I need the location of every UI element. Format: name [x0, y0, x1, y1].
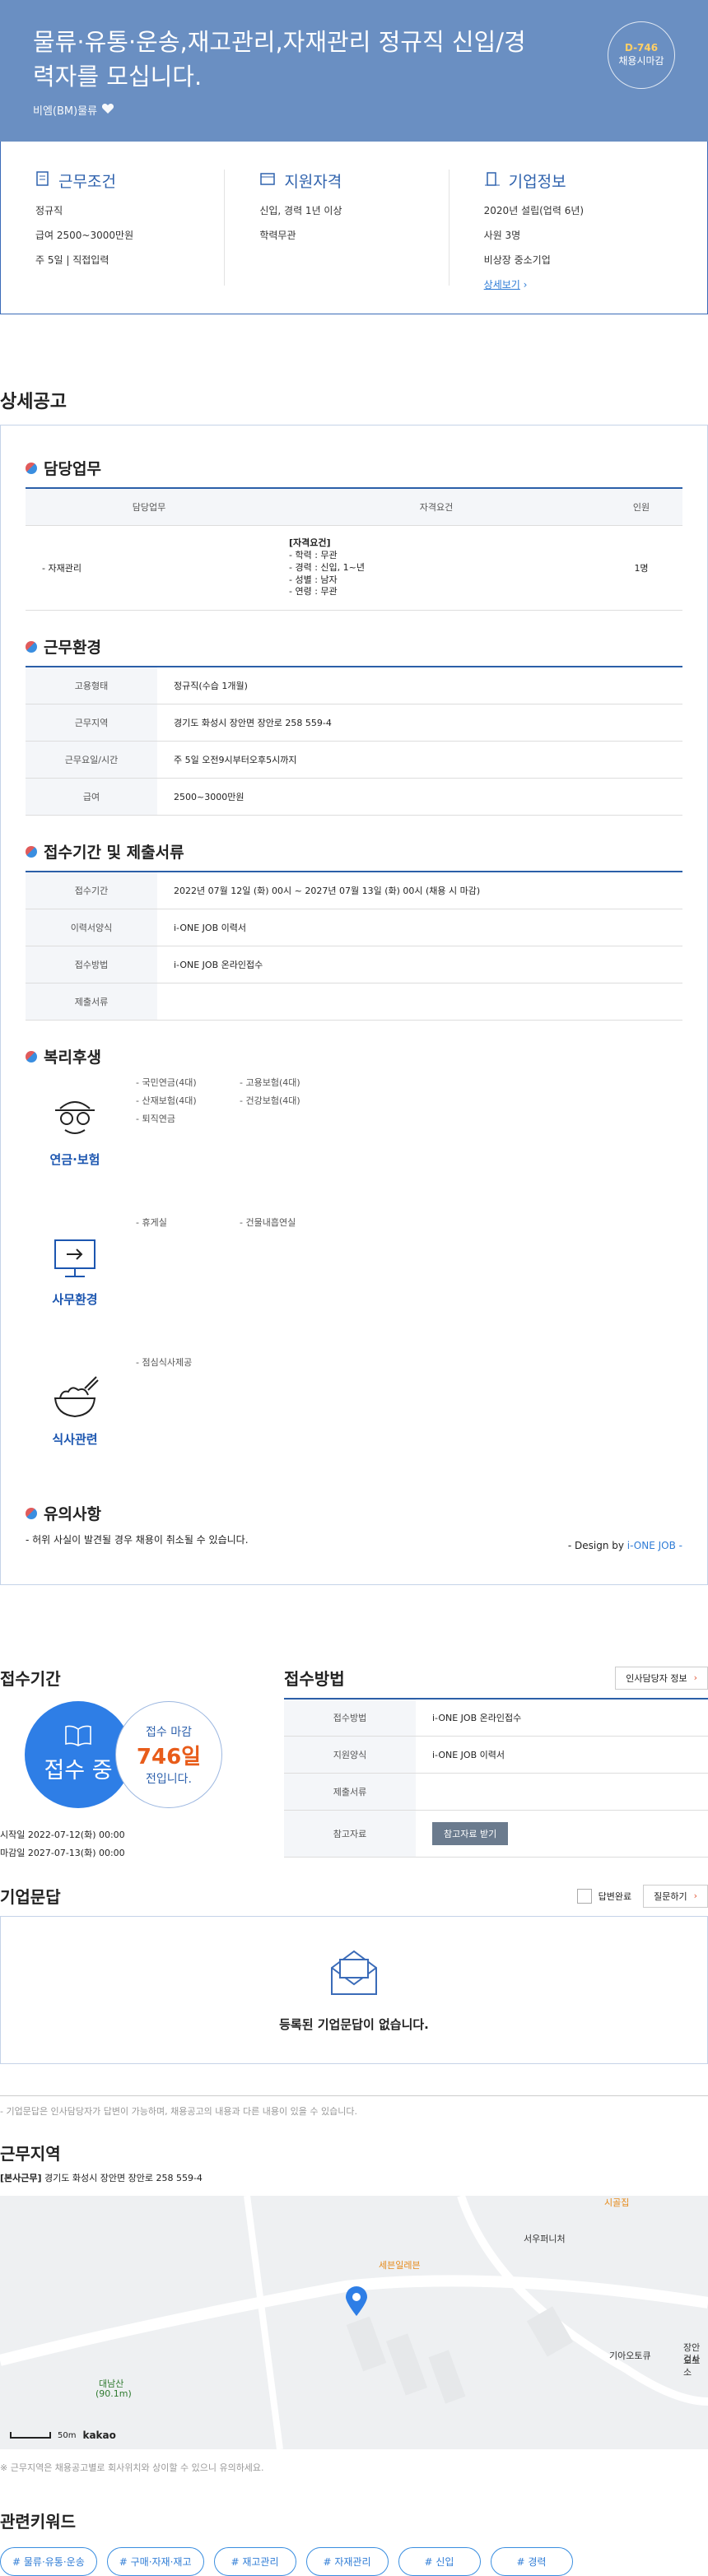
- table-row: 접수방법 i-ONE JOB 온라인접수: [284, 1699, 708, 1737]
- table-row: 근무요일/시간 주 5일 오전9시부터오후5시까지: [26, 741, 682, 779]
- detail-panel: 담당업무 담당업무 자격요건 인원 - 자재관리 [자격요건] - 학력 : 무…: [0, 425, 708, 1586]
- start-date: 시작일 2022-07-12(화) 00:00: [0, 1830, 125, 1841]
- table-row: 접수기간 2022년 07월 12일 (화) 00시 ~ 2027년 07월 13…: [26, 872, 682, 910]
- welfare-list: 연금·보험 - 국민연금(4대) - 고용보험(4대) - 산재보험(4대) -…: [26, 1076, 682, 1495]
- chevron-right-icon: ›: [523, 279, 528, 291]
- keyword-tag[interactable]: # 경력: [490, 2547, 573, 2576]
- keyword-tag[interactable]: # 구매·자재·재고: [106, 2547, 204, 2576]
- bullet-icon: [26, 462, 37, 474]
- notice-heading: 유의사항: [26, 1502, 682, 1524]
- work-conditions: 근무조건 정규직 급여 2500~3000만원 주 5일 | 직접입력: [35, 170, 224, 286]
- job-title: 물류·유통·운송,재고관리,자재관리 정규직 신입/경력자를 모십니다.: [33, 28, 526, 91]
- reference-download-button[interactable]: 참고자료 받기: [432, 1822, 509, 1846]
- company-detail-link[interactable]: 상세보기: [484, 279, 520, 291]
- bullet-icon: [26, 845, 37, 858]
- chevron-right-icon: ›: [693, 1672, 697, 1684]
- table-row: 참고자료 참고자료 받기: [284, 1810, 708, 1858]
- qa-note: - 기업문답은 인사담당자가 답변이 가능하며, 채용공고의 내용과 다른 내용…: [0, 2095, 708, 2118]
- method-table: 접수방법 i-ONE JOB 온라인접수 지원양식 i-ONE JOB 이력서 제출…: [284, 1698, 708, 1858]
- location-section: 근무지역 [본사근무] 경기도 화성시 장안면 장안로 258 559-4 서우…: [0, 2141, 708, 2474]
- welfare-meal: 식사관련 - 점심식사제공: [26, 1355, 355, 1495]
- apply-table: 접수기간 2022년 07월 12일 (화) 00시 ~ 2027년 07월 13…: [26, 871, 682, 1021]
- hr-contact-button[interactable]: 인사담당자 정보 ›: [615, 1666, 708, 1690]
- person-glasses-icon: [49, 1101, 101, 1146]
- table-row: 제출서류: [26, 983, 682, 1021]
- qa-section: 기업문답 답변완료 질문하기 › 등록된 기업문답이 없습니다. - 기업문답은 …: [0, 1884, 708, 2118]
- env-heading: 근무환경: [26, 635, 682, 658]
- qualifications: 지원자격 신입, 경력 1년 이상 학력무관: [224, 170, 448, 286]
- keyword-tag[interactable]: # 자재관리: [305, 2547, 389, 2576]
- keyword-tag[interactable]: # 재고관리: [213, 2547, 296, 2576]
- bullet-icon: [26, 640, 37, 653]
- map-pin-icon[interactable]: [346, 2286, 367, 2318]
- document-icon: [35, 170, 50, 191]
- envelope-icon: [328, 1948, 380, 2001]
- apply-heading: 접수기간 및 제출서류: [26, 840, 682, 863]
- job-header: 물류·유통·운송,재고관리,자재관리 정규직 신입/경력자를 모십니다. 비엠(…: [0, 0, 708, 142]
- summary-panel: 근무조건 정규직 급여 2500~3000만원 주 5일 | 직접입력 지원자격…: [0, 142, 708, 314]
- env-table: 고용형태 정규직(수습 1개월) 근무지역 경기도 화성시 장안면 장안로 258 …: [26, 666, 682, 816]
- keywords-section: 관련키워드 # 물류·유통·운송 # 구매·자재·재고 # 재고관리 # 자재관…: [0, 2509, 708, 2576]
- welfare-heading: 복리후생: [26, 1045, 682, 1067]
- bullet-icon: [26, 1507, 37, 1519]
- kakao-logo: kakao: [82, 2430, 116, 2442]
- application-method: 접수방법 인사담당자 정보 › 접수방법 i-ONE JOB 온라인접수 지원양식 i…: [284, 1666, 708, 1859]
- end-date: 마감일 2027-07-13(화) 00:00: [0, 1848, 125, 1859]
- keyword-tag[interactable]: # 신입: [398, 2547, 481, 2576]
- table-row: 고용형태 정규직(수습 1개월): [26, 667, 682, 705]
- keyword-tag[interactable]: # 물류·유통·운송: [0, 2547, 97, 2576]
- checkbox[interactable]: [576, 1888, 592, 1904]
- deadline-badge: 접수 마감 746일 전입니다.: [115, 1701, 222, 1809]
- welfare-pension: 연금·보험 - 국민연금(4대) - 고용보험(4대) - 산재보험(4대) -…: [49, 1077, 300, 1168]
- table-row: 접수방법 i-ONE JOB 온라인접수: [26, 946, 682, 984]
- location-note: ※ 근무지역은 채용공고별로 회사위치와 상이할 수 있으니 유의하세요.: [0, 2462, 264, 2474]
- table-row: 지원양식 i-ONE JOB 이력서: [284, 1736, 708, 1774]
- qa-empty: 등록된 기업문답이 없습니다.: [0, 1916, 708, 2065]
- bullet-icon: [26, 1050, 37, 1062]
- table-row: - 자재관리 [자격요건] - 학력 : 무관 - 경력 : 신입, 1~년 -…: [26, 525, 682, 611]
- company-name[interactable]: 비엠(BM)물류: [33, 102, 114, 118]
- location-map[interactable]: 서우퍼니처 세븐일레븐 기아오토큐 장안오토 검사소 대남산 (90.1m) 시…: [0, 2196, 708, 2450]
- building-icon: [484, 170, 501, 191]
- table-row: 제출서류: [284, 1773, 708, 1811]
- chevron-right-icon: ›: [693, 1890, 697, 1902]
- book-icon: [64, 1725, 92, 1752]
- map-scale: 50m kakao: [10, 2430, 116, 2441]
- heart-icon[interactable]: [102, 103, 114, 117]
- duty-table: 담당업무 자격요건 인원 - 자재관리 [자격요건] - 학력 : 무관 - 경…: [26, 487, 682, 611]
- table-row: 근무지역 경기도 화성시 장안면 장안로 258 559-4: [26, 704, 682, 742]
- duty-heading: 담당업무: [26, 457, 682, 479]
- detail-title: 상세공고: [0, 392, 67, 412]
- answered-filter[interactable]: 답변완료: [576, 1888, 631, 1904]
- ask-question-button[interactable]: 질문하기 ›: [643, 1884, 708, 1908]
- dday-badge: D-746 채용시마감: [608, 21, 675, 89]
- welfare-office: 사무환경 - 휴게실 - 건물내흡연실: [26, 1216, 355, 1355]
- receipt-method-section: 접수기간 접수 중 접수 마감 746일 전입니다. 시작일 2022-07-1…: [0, 1666, 708, 1859]
- rice-bowl-icon: [49, 1376, 101, 1425]
- receipt-period: 접수기간 접수 중 접수 마감 746일 전입니다. 시작일 2022-07-1…: [0, 1666, 284, 1859]
- company-info: 기업정보 2020년 설립(업력 6년) 사원 3명 비상장 중소기업 상세보기…: [448, 170, 673, 291]
- table-row: 이력서양식 i-ONE JOB 이력서: [26, 909, 682, 947]
- calendar-icon: [259, 171, 276, 190]
- monitor-icon: [49, 1239, 101, 1286]
- table-row: 급여 2500~3000만원: [26, 778, 682, 816]
